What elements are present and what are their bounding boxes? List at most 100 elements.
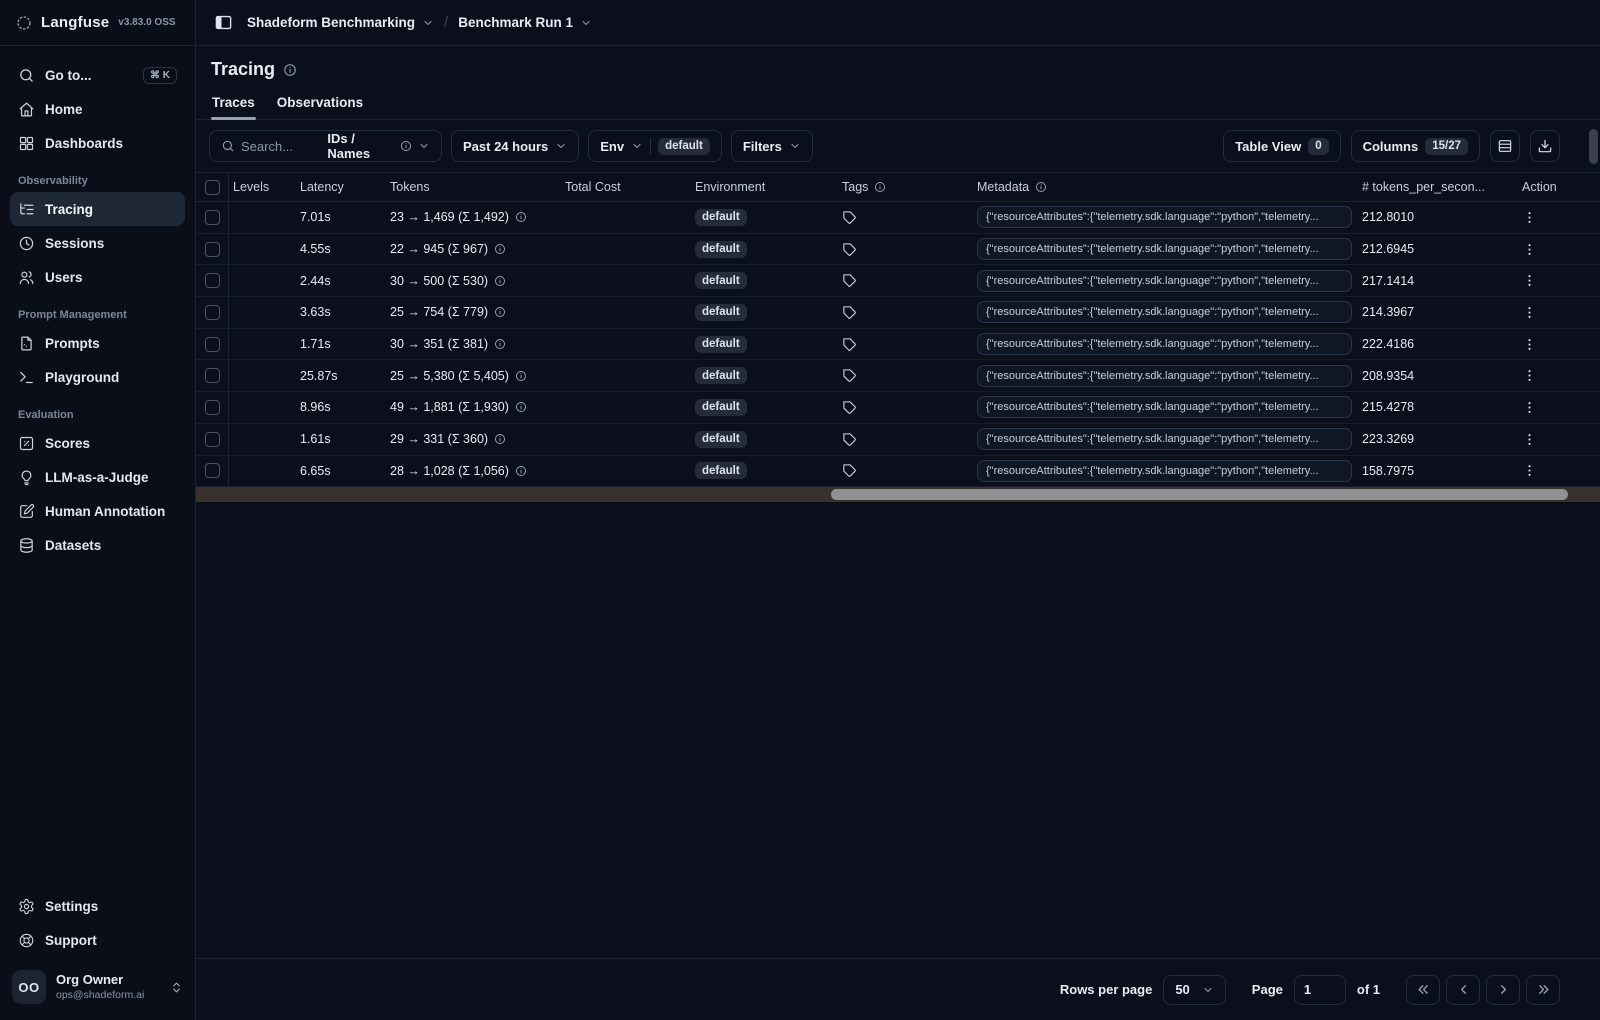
sidebar-item-users[interactable]: Users xyxy=(10,260,185,294)
tag-icon[interactable] xyxy=(842,463,857,478)
metadata-preview[interactable]: {"resourceAttributes":{"telemetry.sdk.la… xyxy=(977,238,1352,261)
sidebar-item-human-annotation[interactable]: Human Annotation xyxy=(10,494,185,528)
kebab-menu-icon[interactable] xyxy=(1522,273,1537,288)
metadata-cell[interactable]: {"resourceAttributes":{"telemetry.sdk.la… xyxy=(971,392,1358,423)
metadata-cell[interactable]: {"resourceAttributes":{"telemetry.sdk.la… xyxy=(971,329,1358,360)
tag-icon[interactable] xyxy=(842,242,857,257)
metadata-preview[interactable]: {"resourceAttributes":{"telemetry.sdk.la… xyxy=(977,206,1352,229)
kebab-menu-icon[interactable] xyxy=(1522,337,1537,352)
info-icon[interactable] xyxy=(515,370,527,382)
tab-observations[interactable]: Observations xyxy=(276,90,364,119)
metadata-preview[interactable]: {"resourceAttributes":{"telemetry.sdk.la… xyxy=(977,428,1352,451)
chevron-down-icon[interactable] xyxy=(418,140,430,152)
table-row[interactable]: 3.63s 25 → 754 (Σ 779) default {"resourc… xyxy=(196,297,1600,329)
row-height-button[interactable] xyxy=(1490,130,1520,162)
select-all-checkbox[interactable] xyxy=(204,179,220,195)
filters-button[interactable]: Filters xyxy=(730,130,813,162)
tag-icon[interactable] xyxy=(842,210,857,225)
sidebar-item-playground[interactable]: Playground xyxy=(10,360,185,394)
last-page-button[interactable] xyxy=(1526,974,1560,1005)
table-row[interactable]: 8.96s 49 → 1,881 (Σ 1,930) default {"res… xyxy=(196,392,1600,424)
row-checkbox[interactable] xyxy=(204,431,220,447)
rows-per-page-select[interactable]: 50 xyxy=(1163,974,1226,1005)
metadata-preview[interactable]: {"resourceAttributes":{"telemetry.sdk.la… xyxy=(977,364,1352,387)
metadata-preview[interactable]: {"resourceAttributes":{"telemetry.sdk.la… xyxy=(977,396,1352,419)
metadata-cell[interactable]: {"resourceAttributes":{"telemetry.sdk.la… xyxy=(971,202,1358,233)
info-icon[interactable] xyxy=(515,211,527,223)
sidebar-item-prompts[interactable]: Prompts xyxy=(10,326,185,360)
info-icon[interactable] xyxy=(494,433,506,445)
sidebar-item-tracing[interactable]: Tracing xyxy=(10,192,185,226)
row-checkbox[interactable] xyxy=(204,463,220,479)
info-icon[interactable] xyxy=(515,465,527,477)
metadata-cell[interactable]: {"resourceAttributes":{"telemetry.sdk.la… xyxy=(971,265,1358,296)
tags-cell[interactable] xyxy=(836,329,971,360)
metadata-preview[interactable]: {"resourceAttributes":{"telemetry.sdk.la… xyxy=(977,301,1352,324)
row-checkbox[interactable] xyxy=(204,304,220,320)
metadata-cell[interactable]: {"resourceAttributes":{"telemetry.sdk.la… xyxy=(971,234,1358,265)
header-environment[interactable]: Environment xyxy=(686,173,836,201)
tag-icon[interactable] xyxy=(842,432,857,447)
table-row[interactable]: 2.44s 30 → 500 (Σ 530) default {"resourc… xyxy=(196,265,1600,298)
breadcrumb-run[interactable]: Benchmark Run 1 xyxy=(458,15,592,30)
search-input[interactable] xyxy=(241,138,322,154)
tags-cell[interactable] xyxy=(836,265,971,296)
first-page-button[interactable] xyxy=(1406,974,1440,1005)
columns-button[interactable]: Columns 15/27 xyxy=(1350,130,1480,162)
tags-cell[interactable] xyxy=(836,392,971,423)
download-button[interactable] xyxy=(1530,130,1560,162)
sidebar-item-home[interactable]: Home xyxy=(10,92,185,126)
table-row[interactable]: 1.71s 30 → 351 (Σ 381) default {"resourc… xyxy=(196,328,1600,361)
kebab-menu-icon[interactable] xyxy=(1522,368,1537,383)
info-icon[interactable] xyxy=(494,338,506,350)
row-checkbox[interactable] xyxy=(204,209,220,225)
user-menu[interactable]: OO Org Owner ops@shadeform.ai xyxy=(0,957,195,1020)
sidebar-item-datasets[interactable]: Datasets xyxy=(10,528,185,562)
sidebar-item-dashboards[interactable]: Dashboards xyxy=(10,126,185,160)
metadata-cell[interactable]: {"resourceAttributes":{"telemetry.sdk.la… xyxy=(971,360,1358,391)
row-checkbox[interactable] xyxy=(204,241,220,257)
kebab-menu-icon[interactable] xyxy=(1522,242,1537,257)
tag-icon[interactable] xyxy=(842,273,857,288)
tag-icon[interactable] xyxy=(842,337,857,352)
row-checkbox[interactable] xyxy=(204,368,220,384)
info-icon[interactable] xyxy=(494,306,506,318)
table-row[interactable]: 7.01s 23 → 1,469 (Σ 1,492) default {"res… xyxy=(196,202,1600,234)
sidebar-item-scores[interactable]: Scores xyxy=(10,426,185,460)
info-icon[interactable] xyxy=(515,401,527,413)
page-number-input[interactable] xyxy=(1293,974,1346,1005)
tags-cell[interactable] xyxy=(836,424,971,455)
breadcrumb-project[interactable]: Shadeform Benchmarking xyxy=(247,15,434,30)
table-row[interactable]: 4.55s 22 → 945 (Σ 967) default {"resourc… xyxy=(196,233,1600,266)
tags-cell[interactable] xyxy=(836,234,971,265)
vertical-scrollbar-thumb[interactable] xyxy=(1589,129,1598,164)
sidebar-item-support[interactable]: Support xyxy=(10,923,185,957)
tab-traces[interactable]: Traces xyxy=(211,90,256,120)
row-checkbox[interactable] xyxy=(204,336,220,352)
tag-icon[interactable] xyxy=(842,400,857,415)
metadata-cell[interactable]: {"resourceAttributes":{"telemetry.sdk.la… xyxy=(971,424,1358,455)
tag-icon[interactable] xyxy=(842,368,857,383)
header-tokens[interactable]: Tokens xyxy=(386,173,561,201)
sidebar-item-settings[interactable]: Settings xyxy=(10,889,185,923)
row-checkbox[interactable] xyxy=(204,399,220,415)
kebab-menu-icon[interactable] xyxy=(1522,210,1537,225)
header-latency[interactable]: Latency xyxy=(296,173,386,201)
header-total-cost[interactable]: Total Cost xyxy=(561,173,686,201)
header-metadata[interactable]: Metadata xyxy=(971,173,1358,201)
tags-cell[interactable] xyxy=(836,360,971,391)
previous-page-button[interactable] xyxy=(1446,974,1480,1005)
table-view-button[interactable]: Table View 0 xyxy=(1223,130,1341,162)
metadata-preview[interactable]: {"resourceAttributes":{"telemetry.sdk.la… xyxy=(977,269,1352,292)
metadata-preview[interactable]: {"resourceAttributes":{"telemetry.sdk.la… xyxy=(977,459,1352,482)
sidebar-item-llm-as-a-judge[interactable]: LLM-as-a-Judge xyxy=(10,460,185,494)
time-range-filter[interactable]: Past 24 hours xyxy=(451,130,580,162)
table-row[interactable]: 25.87s 25 → 5,380 (Σ 5,405) default {"re… xyxy=(196,360,1600,393)
sidebar-toggle-button[interactable] xyxy=(209,9,237,37)
info-icon[interactable] xyxy=(283,63,297,77)
horizontal-scrollbar-thumb[interactable] xyxy=(831,489,1568,501)
info-icon[interactable] xyxy=(494,243,506,255)
kebab-menu-icon[interactable] xyxy=(1522,463,1537,478)
sidebar-item-sessions[interactable]: Sessions xyxy=(10,226,185,260)
kebab-menu-icon[interactable] xyxy=(1522,432,1537,447)
